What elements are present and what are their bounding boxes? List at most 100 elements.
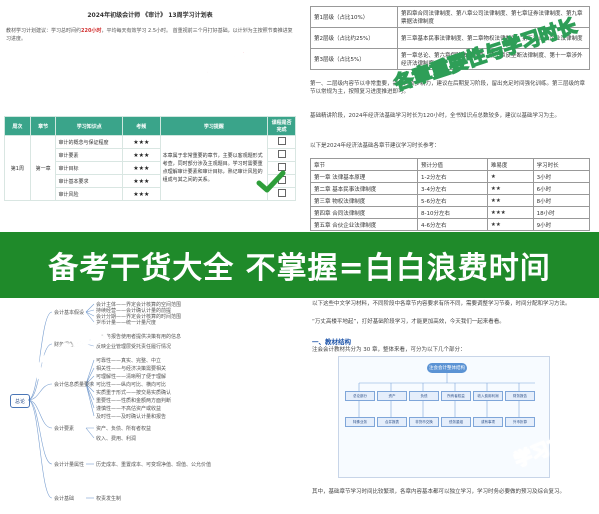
- chapter-cell: 第五章 合伙企业法律制度: [310, 218, 418, 231]
- frequency-cell: ★★★: [121, 148, 161, 162]
- table-row: 第一章 法律基本原理 1-2分左右 ★ 3小时: [310, 170, 591, 183]
- intro-highlight-hours: 220小时: [81, 28, 102, 34]
- method-top-text-2: “万丈高楼平地起”，打好基础阶段学习，才能更加高效，今天我们一起来看看。: [312, 319, 505, 325]
- level-cell: 第1层级（占比10%）: [310, 6, 398, 28]
- importance-paragraph-1: 第一、二层级内容节以非常重要，需投入较多精力，建议在后期复习阶段，留出充足时间强…: [310, 81, 586, 95]
- difficulty-cell: ★: [486, 170, 534, 183]
- chapter-cell: 第四章 合同法律制度: [310, 206, 418, 219]
- topic-cell: 审计目标: [55, 161, 123, 175]
- header-week: 周次: [4, 116, 31, 136]
- table-row: 第五章 合伙企业法律制度 4-6分左右 ★★ 9小时: [310, 218, 591, 231]
- frequency-cell: ★★★: [121, 187, 161, 201]
- structure-node: 特殊业务: [345, 417, 375, 427]
- leaf-node: 实质重于形式——按交易实质确认: [96, 390, 172, 396]
- structure-node: 债务重组: [441, 417, 471, 427]
- intro-text-a: 教材学习计划建议：学习总时间约: [6, 28, 82, 34]
- header-chapter: 章节: [310, 158, 418, 171]
- branch-node: 会计要素: [54, 426, 75, 432]
- chapter-cell: 第一章: [29, 135, 57, 201]
- structure-node: 财务报告: [505, 391, 535, 401]
- table-row: 第1周 第一章 审计的概念与保证程度 ★★★ 本章属于非常重要的章节，主要以客观…: [4, 135, 296, 201]
- structure-node: 所有者权益: [441, 391, 471, 401]
- hours-cell: 18小时: [532, 206, 591, 219]
- topic-cell: 审计风险: [55, 187, 123, 201]
- method-bottom-text: 其中，基础章节学习时间比较繁琐，各章内容基本都可以独立学习，学习时务必要做的预习…: [312, 489, 566, 495]
- score-cell: 5-6分左右: [417, 194, 488, 207]
- structure-node: 总论部分: [345, 391, 375, 401]
- checkbox[interactable]: [277, 137, 286, 145]
- study-hours-table: 章节 预计分值 难易度 学习时长 第一章 法律基本原理 1-2分左右 ★ 3小时…: [310, 158, 591, 231]
- header-hours: 学习时长: [532, 158, 591, 171]
- score-cell: 8-10分左右: [417, 206, 488, 219]
- structure-node: 外币折算: [505, 417, 535, 427]
- difficulty-cell: ★★: [486, 194, 534, 207]
- header-score: 预计分值: [417, 158, 488, 171]
- structure-node: 非货币交换: [409, 417, 439, 427]
- leaf-node: 重要性——性质和金额两方面判断: [96, 398, 172, 404]
- leaf-node: 可理解性——清晰明了便于理解: [96, 374, 167, 380]
- difficulty-cell: ★★: [486, 218, 534, 231]
- leaf-node: 资产、负债、所有者权益: [96, 426, 152, 432]
- frequency-cell: ★★★: [121, 135, 161, 149]
- checkbox[interactable]: [277, 150, 286, 158]
- branch-node: 会计计量属性: [54, 462, 85, 468]
- branch-node: 会计信息质量要求: [54, 382, 95, 388]
- week-cell: 第1周: [4, 135, 31, 201]
- leaf-node: 可比性——纵向可比、横向可比: [96, 382, 167, 388]
- table-row: 第二章 基本民事法律制度 3-4分左右 ★★ 6小时: [310, 182, 591, 195]
- difficulty-cell: ★★: [486, 182, 534, 195]
- header-difficulty: 难易度: [486, 158, 534, 171]
- study-plan-header-row: 周次 章节 学习知识点 考频 学习提醒 课程是否完成: [4, 116, 296, 136]
- structure-node: 负债: [409, 391, 439, 401]
- leaf-node: 反映企业管理层受托责任履行情况: [96, 344, 172, 350]
- chapter-importance-panel: 第1层级（占比10%） 第四章合同法律制度、第八章公司法律制度、第七章证券法律制…: [300, 0, 599, 232]
- branch-node: 会计基础: [54, 496, 75, 502]
- method-top-text-1: 以下这些中文学习材料，不同阶段中各章节内容要求有所不同，需要调整学习节奏，时间分…: [312, 301, 571, 307]
- header-frequency: 考频: [121, 116, 161, 136]
- leaf-node: 收入、费用、利润: [96, 436, 137, 442]
- study-plan-table: 周次 章节 学习知识点 考频 学习提醒 课程是否完成 第1周 第一章 审计的概念…: [4, 116, 296, 201]
- difficulty-cell: ★★★: [486, 206, 534, 219]
- reminder-cell: 本章属于非常重要的章节，主要以客观题形式考查，同时部分涉及主观题目。学习时需要重…: [159, 135, 269, 201]
- completed-cell: [267, 135, 296, 149]
- leaf-node: 货币计量——统一计量尺度: [96, 320, 157, 326]
- leaf-node: 可靠性——真实、完整、中立: [96, 358, 162, 364]
- header-topic: 学习知识点: [55, 116, 123, 136]
- chapter-cell: 第二章 基本民事法律制度: [310, 182, 418, 195]
- chapter-cell: 第一章 法律基本原理: [310, 170, 418, 183]
- mind-map-root: 总论: [10, 394, 30, 408]
- header-completed: 课程是否完成: [267, 116, 296, 136]
- study-hours-caption: 以下是2024年经济法基础各章节建议学习时长参考：: [310, 143, 440, 149]
- header-chapter: 章节: [29, 116, 57, 136]
- structure-center-node: 注会会计整体结构: [427, 363, 467, 373]
- completed-cell: [267, 148, 296, 162]
- score-cell: 1-2分左右: [417, 170, 488, 183]
- structure-node: 资产: [377, 391, 407, 401]
- topic-cell: 审计基本要求: [55, 174, 123, 188]
- level-cell: 第3层级（占比5%）: [310, 48, 398, 70]
- study-plan-title: 2024年初级会计师 《审计》 13周学习计划表: [87, 12, 213, 19]
- hours-cell: 3小时: [532, 170, 591, 183]
- score-cell: 3-4分左右: [417, 182, 488, 195]
- header-reminder: 学习提醒: [159, 116, 269, 136]
- intro-text-b: ，平均每天有效学习 2.5小时。: [101, 28, 171, 34]
- study-plan-panel: 2024年初级会计师 《审计》 13周学习计划表 教材学习计划建议：学习总时间约…: [0, 0, 300, 232]
- leaf-node: 及时性——及时确认计量和报告: [96, 414, 167, 420]
- page: 2024年初级会计师 《审计》 13周学习计划表 教材学习计划建议：学习总时间约…: [0, 0, 599, 514]
- score-cell: 4-6分左右: [417, 218, 488, 231]
- structure-node: 收入费用利润: [473, 391, 503, 401]
- topic-cell: 审计要素: [55, 148, 123, 162]
- importance-paragraph-2: 基础精讲阶段，2024年经济法基础学习时长为120小时，全书知识点总数较多，建议…: [310, 113, 560, 119]
- table-row: 第三章 物权法律制度 5-6分左右 ★★ 8小时: [310, 194, 591, 207]
- textbook-structure-intro: 注会会计教材共分为 30 章，整体来看，可分为以下几个部分：: [312, 347, 466, 353]
- structure-node: 合并报表: [377, 417, 407, 427]
- level-cell: 第2层级（占比约25%）: [310, 27, 398, 49]
- study-method-panel: 以下这些中文学习材料，不同阶段中各章节内容要求有所不同，需要调整学习节奏，时间分…: [300, 298, 599, 514]
- frequency-cell: ★★★: [121, 161, 161, 175]
- promo-banner: 备考干货大全 不掌握=白白浪费时间: [0, 232, 599, 298]
- topic-cell: 审计的概念与保证程度: [55, 135, 123, 149]
- chapter-cell: 第三章 物权法律制度: [310, 194, 418, 207]
- hours-cell: 8小时: [532, 194, 591, 207]
- leaf-node: 历史成本、重置成本、可变现净值、现值、公允价值: [96, 462, 212, 468]
- hours-cell: 9小时: [532, 218, 591, 231]
